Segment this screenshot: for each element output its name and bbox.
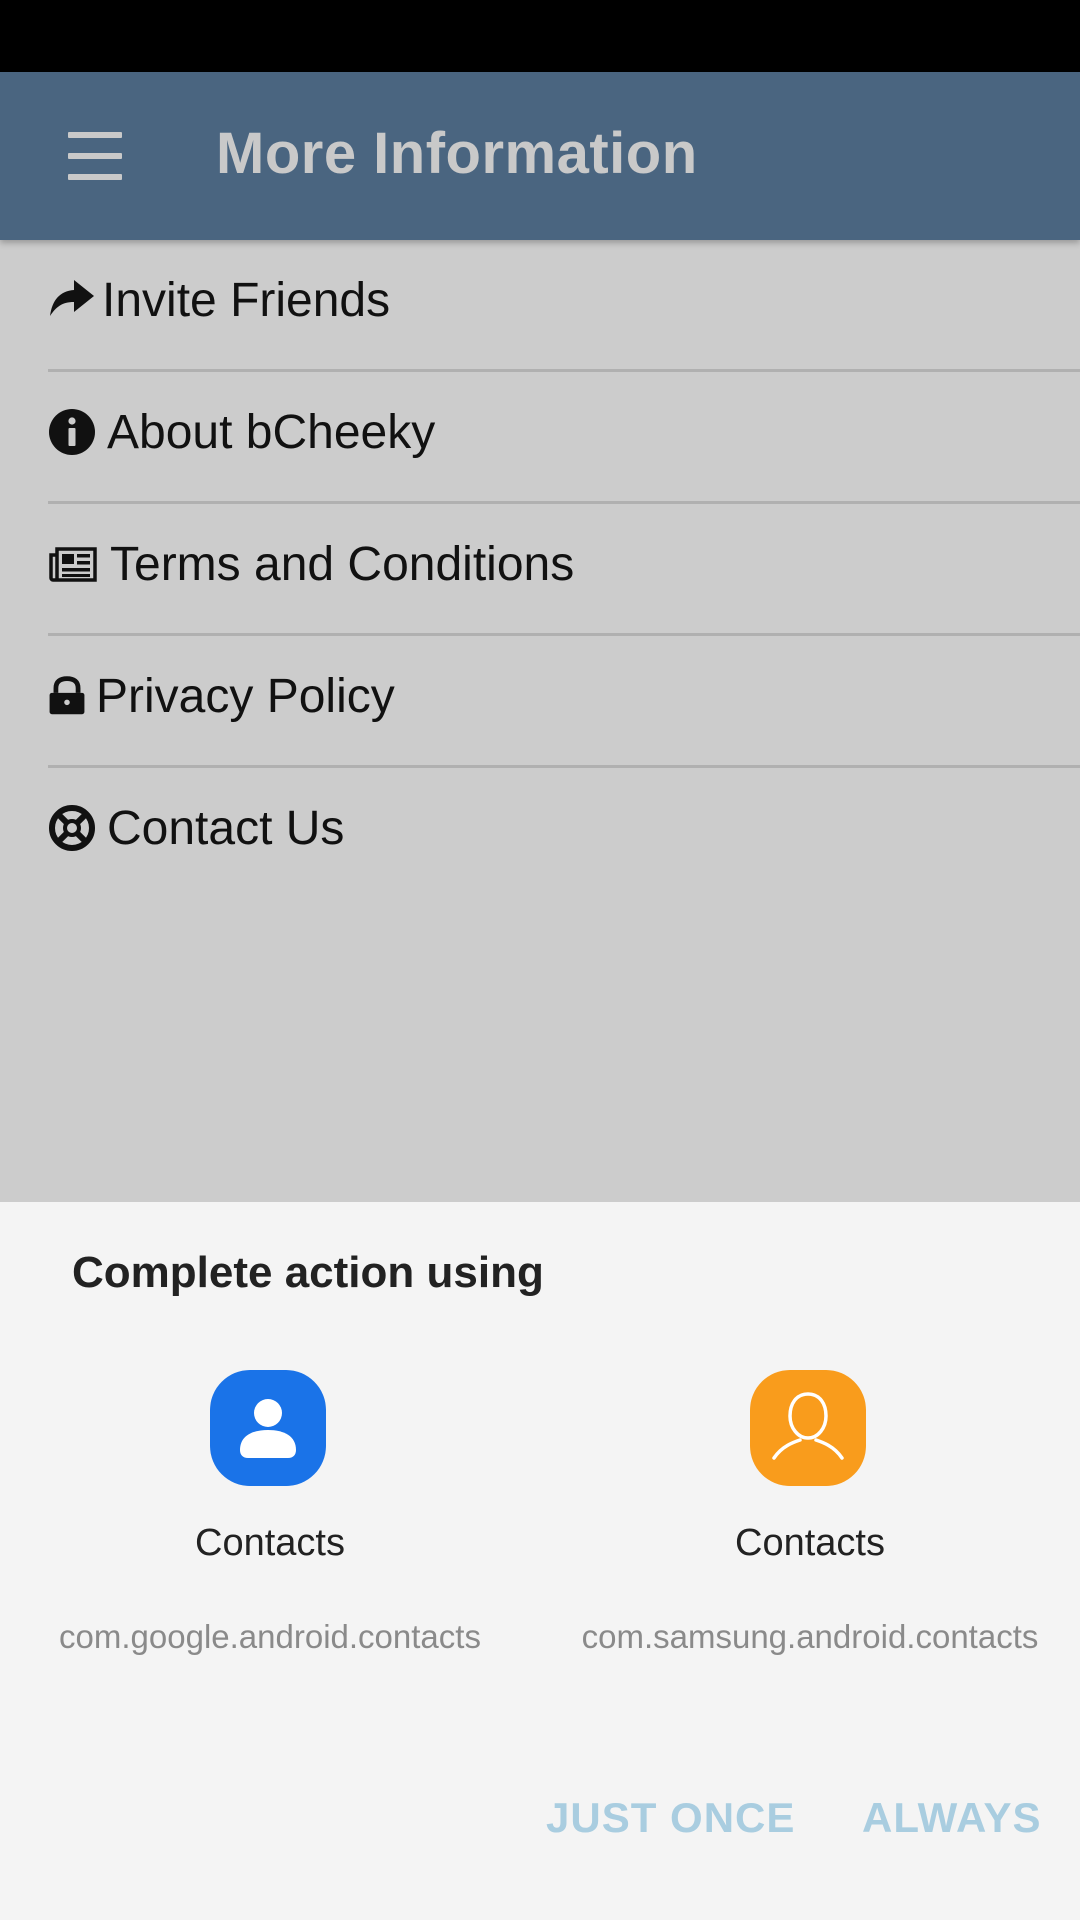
app-option-google-contacts[interactable]: Contacts com.google.android.contacts <box>0 1370 540 1710</box>
app-bar: More Information <box>0 72 1080 240</box>
page-title: More Information <box>216 121 698 186</box>
samsung-contacts-icon <box>750 1370 866 1486</box>
menu-item-contact[interactable]: Contact Us <box>0 768 1080 900</box>
menu-item-label: About bCheeky <box>107 406 436 459</box>
newspaper-icon <box>49 547 97 582</box>
app-name: Contacts <box>195 1522 345 1564</box>
menu-item-terms[interactable]: Terms and Conditions <box>0 504 1080 636</box>
app-option-samsung-contacts[interactable]: Contacts com.samsung.android.contacts <box>540 1370 1080 1710</box>
app-name: Contacts <box>735 1522 885 1564</box>
share-arrow-icon <box>50 280 94 316</box>
dialog-title: Complete action using <box>72 1248 544 1297</box>
menu-item-label: Terms and Conditions <box>110 538 575 591</box>
lock-icon <box>49 676 85 715</box>
menu-item-privacy[interactable]: Privacy Policy <box>0 636 1080 768</box>
menu-list: Invite Friends About bCheeky Terms and C… <box>0 240 1080 900</box>
hamburger-menu-icon[interactable] <box>58 124 132 188</box>
menu-item-label: Privacy Policy <box>96 670 395 723</box>
app-package: com.google.android.contacts <box>59 1618 481 1655</box>
just-once-button[interactable]: JUST ONCE <box>546 1794 795 1842</box>
google-contacts-icon <box>210 1370 326 1486</box>
always-button[interactable]: ALWAYS <box>862 1794 1042 1842</box>
app-package: com.samsung.android.contacts <box>581 1618 1039 1655</box>
menu-item-label: Contact Us <box>107 802 345 855</box>
life-ring-icon <box>49 805 95 851</box>
menu-item-label: Invite Friends <box>102 274 391 327</box>
menu-item-invite-friends[interactable]: Invite Friends <box>0 240 1080 372</box>
info-circle-icon <box>49 409 95 455</box>
status-bar <box>0 0 1080 72</box>
complete-action-dialog: Complete action using Contacts com.googl… <box>0 1202 1080 1920</box>
menu-item-about[interactable]: About bCheeky <box>0 372 1080 504</box>
